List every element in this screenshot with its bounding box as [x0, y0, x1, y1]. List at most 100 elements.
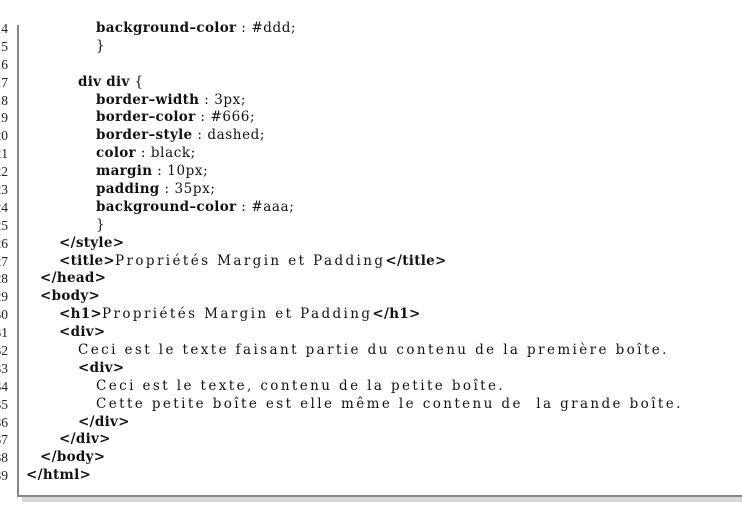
line-number: 39	[0, 468, 8, 484]
code-text: background–color : #ddd;	[96, 20, 296, 38]
line-number: 34	[0, 378, 8, 394]
code-text: background–color : #aaa;	[96, 199, 294, 217]
line-number: 24	[0, 199, 8, 215]
code-line: 25}	[0, 217, 742, 235]
code-text: }	[96, 217, 107, 235]
code-line: 22 margin : 10px;	[0, 163, 742, 181]
code-text: <title>Propriétés Margin et Padding</tit…	[59, 253, 447, 271]
code-text: </html>	[26, 467, 91, 485]
code-text: <div>	[78, 360, 125, 378]
code-line: 34 Ceci est le texte, contenu de la petit…	[0, 378, 742, 396]
code-text: Ceci est le texte faisant partie du cont…	[78, 342, 669, 360]
code-keyword: </div>	[59, 431, 111, 448]
code-keyword: <div>	[78, 359, 125, 376]
code-value: : #ddd;	[236, 20, 297, 36]
code-text: <body>	[40, 288, 100, 306]
code-keyword: <body>	[40, 288, 101, 305]
line-number: 19	[0, 110, 8, 126]
code-line: 31 <div>	[0, 324, 742, 342]
line-number: 35	[0, 396, 8, 412]
code-line: 15}	[0, 38, 742, 56]
code-text: border–color : #666;	[96, 109, 255, 127]
code-value: Ceci est le texte, contenu de la petite …	[96, 377, 506, 394]
code-value: : #aaa;	[236, 198, 295, 215]
code-line: 38 </body>	[0, 449, 742, 467]
code-keyword: </body>	[40, 449, 106, 466]
code-text: color : black;	[96, 145, 196, 163]
code-line: 29 <body>	[0, 288, 742, 306]
code-value: : 10px;	[152, 163, 209, 180]
code-listing: 14background–color : #ddd;15}1617div div…	[0, 20, 742, 502]
code-value: }	[96, 216, 107, 233]
code-keyword: </head>	[40, 270, 107, 287]
line-number: 17	[0, 74, 8, 90]
code-text: border–width : 3px;	[96, 92, 246, 110]
code-keyword: border–color	[96, 109, 196, 126]
line-number: 22	[0, 164, 8, 180]
code-line: 20 border–style : dashed;	[0, 127, 742, 145]
code-line: 27 <title>Propriétés Margin et Padding</t…	[0, 253, 742, 271]
code-line: 32 Ceci est le texte faisant partie du co…	[0, 342, 742, 360]
code-keyword: border–style	[96, 127, 193, 144]
code-text: padding : 35px;	[96, 181, 215, 199]
code-value: : 35px;	[159, 181, 216, 198]
code-keyword: </h1>	[372, 306, 421, 323]
code-keyword: <h1>	[59, 306, 103, 323]
code-text: </div>	[78, 414, 130, 432]
line-number: 27	[0, 253, 8, 269]
code-keyword: </html>	[26, 467, 92, 484]
code-keyword: </style>	[59, 234, 125, 251]
code-value: Cette petite boîte est elle même le cont…	[96, 395, 683, 412]
code-line: 26 </style>	[0, 235, 742, 253]
line-number: 38	[0, 450, 8, 466]
code-line: 14 background–color : #ddd;	[0, 20, 742, 38]
code-keyword: padding	[96, 181, 160, 198]
code-line: 24 background–color : #aaa;	[0, 199, 742, 217]
code-value: Propriétés Margin et Padding	[102, 306, 373, 323]
line-number: 16	[0, 56, 8, 72]
code-line: 30 <h1>Propriétés Margin et Padding</h1>	[0, 306, 742, 324]
code-line: 37 </div>	[0, 431, 742, 449]
code-value: Propriétés Margin et Padding	[115, 252, 386, 269]
code-text: }	[96, 38, 107, 56]
code-line: 21 color : black;	[0, 145, 742, 163]
line-number: 23	[0, 182, 8, 198]
code-line: 28 </head>	[0, 270, 742, 288]
code-value: : 3px;	[199, 91, 247, 108]
line-number: 14	[0, 21, 8, 36]
code-line: 39 </html>	[0, 467, 742, 485]
code-text: margin : 10px;	[96, 163, 208, 181]
code-keyword: </title>	[385, 252, 447, 269]
line-number: 31	[0, 325, 8, 341]
code-keyword: background–color	[96, 20, 237, 36]
code-line: 16	[0, 56, 742, 74]
line-number: 36	[0, 414, 8, 430]
code-line: 33 <div>	[0, 360, 742, 378]
code-value: Ceci est le texte faisant partie du cont…	[78, 342, 669, 359]
line-number: 26	[0, 235, 8, 251]
code-value: : black;	[135, 145, 196, 162]
code-value: {	[129, 73, 144, 90]
code-keyword: </div>	[78, 413, 130, 430]
code-keyword: border–width	[96, 91, 200, 108]
line-number: 30	[0, 307, 8, 323]
line-number: 21	[0, 146, 8, 162]
code-text: </body>	[40, 449, 105, 467]
code-line: 17 div div {	[0, 74, 742, 92]
line-number: 25	[0, 217, 8, 233]
code-keyword: <title>	[59, 252, 116, 269]
code-keyword: div div	[78, 73, 130, 90]
code-text: Ceci est le texte, contenu de la petite …	[96, 378, 505, 396]
code-keyword: background–color	[96, 198, 237, 215]
code-line: 23 padding : 35px;	[0, 181, 742, 199]
code-text: div div {	[78, 74, 144, 92]
code-text: Cette petite boîte est elle même le cont…	[96, 396, 683, 414]
code-text: </div>	[59, 431, 111, 449]
line-number: 28	[0, 271, 8, 287]
line-number: 37	[0, 432, 8, 448]
code-text: </style>	[59, 235, 124, 253]
code-value: : dashed;	[192, 127, 266, 144]
line-number: 33	[0, 360, 8, 376]
code-value: : #666;	[195, 109, 256, 126]
code-text: </head>	[40, 270, 106, 288]
